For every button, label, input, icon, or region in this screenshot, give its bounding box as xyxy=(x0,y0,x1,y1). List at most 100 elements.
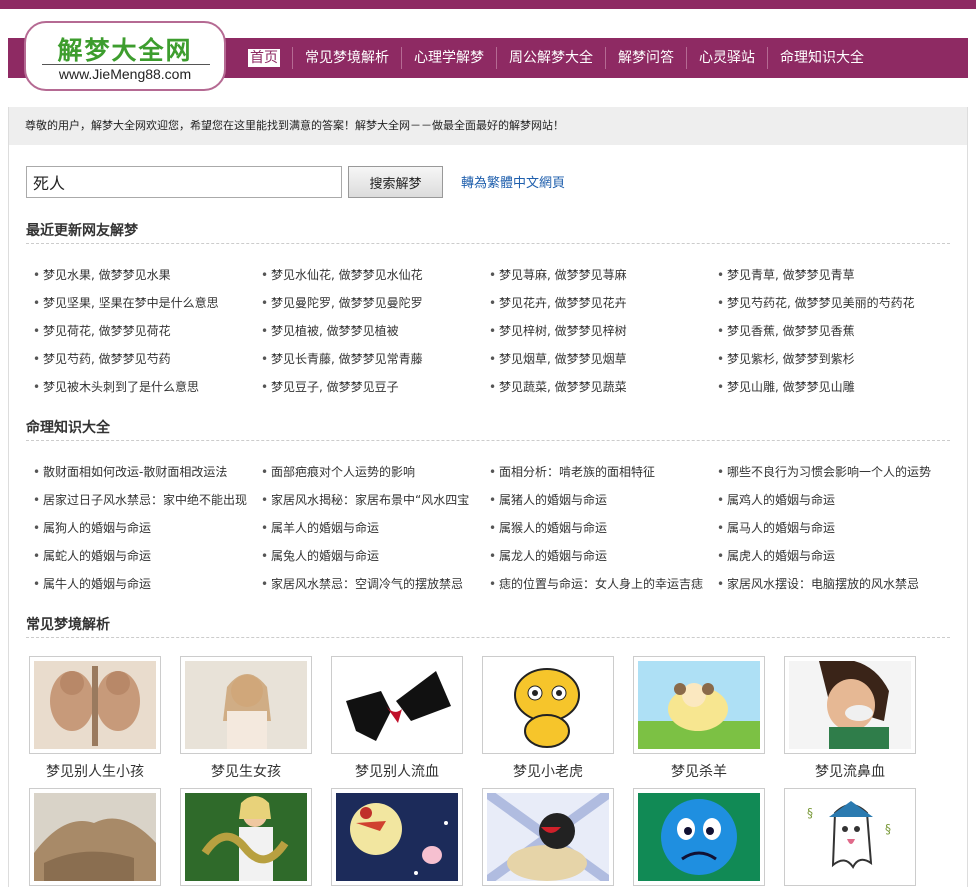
list-item[interactable]: • 梦见长青藤, 做梦梦见常青藤 xyxy=(261,345,489,373)
list-item[interactable]: • 家居风水禁忌：空调冷气的摆放禁忌 xyxy=(261,570,489,598)
nav-fortune[interactable]: 命理知识大全 xyxy=(767,47,876,69)
list-item[interactable]: • 面相分析：啃老族的面相特征 xyxy=(489,458,717,486)
list-item[interactable]: • 梦见荷花, 做梦梦见荷花 xyxy=(33,317,261,345)
nav-zhougong[interactable]: 周公解梦大全 xyxy=(496,47,605,69)
list-item[interactable]: • 属鸡人的婚姻与命运 xyxy=(717,486,945,514)
list-item[interactable]: • 哪些不良行为习惯会影响一个人的运势 xyxy=(717,458,945,486)
dream-caption[interactable]: 梦见杀羊 xyxy=(633,761,765,781)
list-item-label: 属牛人的婚姻与命运 xyxy=(43,577,152,591)
dream-caption[interactable]: 梦见小老虎 xyxy=(482,761,614,781)
dream-caption[interactable]: 梦见生女孩 xyxy=(180,761,312,781)
list-item-label: 梦见豆子, 做梦梦见豆子 xyxy=(271,380,399,394)
dream-card[interactable]: 梦见别人流血 xyxy=(331,656,463,788)
dream-thumbnail-frame[interactable] xyxy=(29,656,161,754)
list-item[interactable]: • 梦见香蕉, 做梦梦见香蕉 xyxy=(717,317,945,345)
dream-card[interactable] xyxy=(482,788,614,887)
dream-card[interactable]: 梦见生女孩 xyxy=(180,656,312,788)
nav-common-dreams[interactable]: 常见梦境解析 xyxy=(292,47,401,69)
list-item[interactable]: • 梦见被木头刺到了是什么意思 xyxy=(33,373,261,401)
list-item-label: 属狗人的婚姻与命运 xyxy=(43,521,152,535)
dream-caption[interactable]: 梦见别人流血 xyxy=(331,761,463,781)
list-item-label: 梦见长青藤, 做梦梦见常青藤 xyxy=(271,352,423,366)
list-item[interactable]: • 梦见紫杉, 做梦梦到紫杉 xyxy=(717,345,945,373)
top-stripe xyxy=(0,0,976,9)
bullet-icon: • xyxy=(717,268,725,282)
dream-thumbnail-frame[interactable] xyxy=(482,656,614,754)
list-item[interactable]: • 梦见曼陀罗, 做梦梦见曼陀罗 xyxy=(261,289,489,317)
list-item[interactable]: • 梦见烟草, 做梦梦见烟草 xyxy=(489,345,717,373)
dream-thumbnail-frame[interactable] xyxy=(331,788,463,886)
dream-thumbnail-frame[interactable] xyxy=(482,788,614,886)
logo-divider xyxy=(42,64,210,65)
list-item-label: 梦见荨麻, 做梦梦见荨麻 xyxy=(499,268,627,282)
list-item[interactable]: • 痣的位置与命运：女人身上的幸运吉痣 xyxy=(489,570,717,598)
dream-thumbnail-frame[interactable] xyxy=(331,656,463,754)
nav-qa[interactable]: 解梦问答 xyxy=(605,47,686,69)
dream-card[interactable] xyxy=(633,788,765,887)
list-item[interactable]: • 属蛇人的婚姻与命运 xyxy=(33,542,261,570)
dream-card[interactable]: 梦见小老虎 xyxy=(482,656,614,788)
list-item[interactable]: • 梦见青草, 做梦梦见青草 xyxy=(717,261,945,289)
cartoon-ghost-image: § § xyxy=(789,793,911,881)
list-item[interactable]: • 散财面相如何改运-散财面相改运法 xyxy=(33,458,261,486)
nav-home[interactable]: 首页 xyxy=(240,47,292,69)
dream-thumbnail-frame[interactable] xyxy=(633,656,765,754)
dream-card[interactable]: 梦见流鼻血 xyxy=(784,656,916,788)
list-item[interactable]: • 梦见水仙花, 做梦梦见水仙花 xyxy=(261,261,489,289)
dream-thumbnail-frame[interactable]: § § xyxy=(784,788,916,886)
list-item-label: 梦见水果, 做梦梦见水果 xyxy=(43,268,171,282)
search-input[interactable] xyxy=(26,166,342,198)
dream-thumbnail-frame[interactable] xyxy=(180,656,312,754)
dream-card[interactable] xyxy=(29,788,161,887)
dream-thumbnail-frame[interactable] xyxy=(180,788,312,886)
list-item[interactable]: • 家居风水摆设：电脑摆放的风水禁忌 xyxy=(717,570,945,598)
nav-heart-station[interactable]: 心灵驿站 xyxy=(686,47,767,69)
list-item[interactable]: • 梦见山雕, 做梦梦见山雕 xyxy=(717,373,945,401)
moon-night-image xyxy=(336,793,458,881)
svg-text:§: § xyxy=(885,822,891,836)
dream-card[interactable] xyxy=(180,788,312,887)
list-item[interactable]: • 梦见坚果, 坚果在梦中是什么意思 xyxy=(33,289,261,317)
list-item[interactable]: • 属猴人的婚姻与命运 xyxy=(489,514,717,542)
dream-caption[interactable]: 梦见别人生小孩 xyxy=(29,761,161,781)
dream-card[interactable]: 梦见别人生小孩 xyxy=(29,656,161,788)
list-item[interactable]: • 家居风水揭秘：家居布景中“风水四宝 xyxy=(261,486,489,514)
nav-psychology[interactable]: 心理学解梦 xyxy=(401,47,496,69)
list-item[interactable]: • 梦见荨麻, 做梦梦见荨麻 xyxy=(489,261,717,289)
list-item[interactable]: • 属猪人的婚姻与命运 xyxy=(489,486,717,514)
dream-thumbnail-frame[interactable] xyxy=(633,788,765,886)
list-item[interactable]: • 梦见芍药花, 做梦梦见美丽的芍药花 xyxy=(717,289,945,317)
dream-thumbnail-frame[interactable] xyxy=(784,656,916,754)
list-item[interactable]: • 梦见蔬菜, 做梦梦见蔬菜 xyxy=(489,373,717,401)
dream-card[interactable] xyxy=(331,788,463,887)
bullet-icon: • xyxy=(33,324,41,338)
list-item[interactable]: • 属马人的婚姻与命运 xyxy=(717,514,945,542)
list-item-label: 家居风水摆设：电脑摆放的风水禁忌 xyxy=(727,577,920,591)
list-item[interactable]: • 属羊人的婚姻与命运 xyxy=(261,514,489,542)
list-item[interactable]: • 梦见芍药, 做梦梦见芍药 xyxy=(33,345,261,373)
dream-thumbnail-frame[interactable] xyxy=(29,788,161,886)
search-button[interactable]: 搜索解梦 xyxy=(348,166,443,198)
list-item-label: 属羊人的婚姻与命运 xyxy=(271,521,380,535)
dream-card[interactable]: 梦见杀羊 xyxy=(633,656,765,788)
list-item[interactable]: • 面部疤痕对个人运势的影响 xyxy=(261,458,489,486)
traditional-chinese-link[interactable]: 轉為繁體中文網頁 xyxy=(461,172,565,191)
bullet-icon: • xyxy=(33,380,41,394)
list-item[interactable]: • 居家过日子风水禁忌：家中绝不能出现 xyxy=(33,486,261,514)
dream-caption[interactable]: 梦见流鼻血 xyxy=(784,761,916,781)
list-item[interactable]: • 梦见植被, 做梦梦见植被 xyxy=(261,317,489,345)
svg-text:§: § xyxy=(807,806,813,820)
list-item[interactable]: • 属龙人的婚姻与命运 xyxy=(489,542,717,570)
site-logo[interactable]: 解梦大全网 www.JieMeng88.com xyxy=(24,21,226,91)
list-item[interactable]: • 梦见豆子, 做梦梦见豆子 xyxy=(261,373,489,401)
list-item[interactable]: • 梦见水果, 做梦梦见水果 xyxy=(33,261,261,289)
list-item[interactable]: • 梦见花卉, 做梦梦见花卉 xyxy=(489,289,717,317)
list-item[interactable]: • 属兔人的婚姻与命运 xyxy=(261,542,489,570)
list-item[interactable]: • 梦见梓树, 做梦梦见梓树 xyxy=(489,317,717,345)
list-item[interactable]: • 属狗人的婚姻与命运 xyxy=(33,514,261,542)
dream-card[interactable]: § § xyxy=(784,788,916,887)
bullet-icon: • xyxy=(33,493,41,507)
snake-woman-photo xyxy=(185,793,307,881)
list-item[interactable]: • 属牛人的婚姻与命运 xyxy=(33,570,261,598)
list-item[interactable]: • 属虎人的婚姻与命运 xyxy=(717,542,945,570)
